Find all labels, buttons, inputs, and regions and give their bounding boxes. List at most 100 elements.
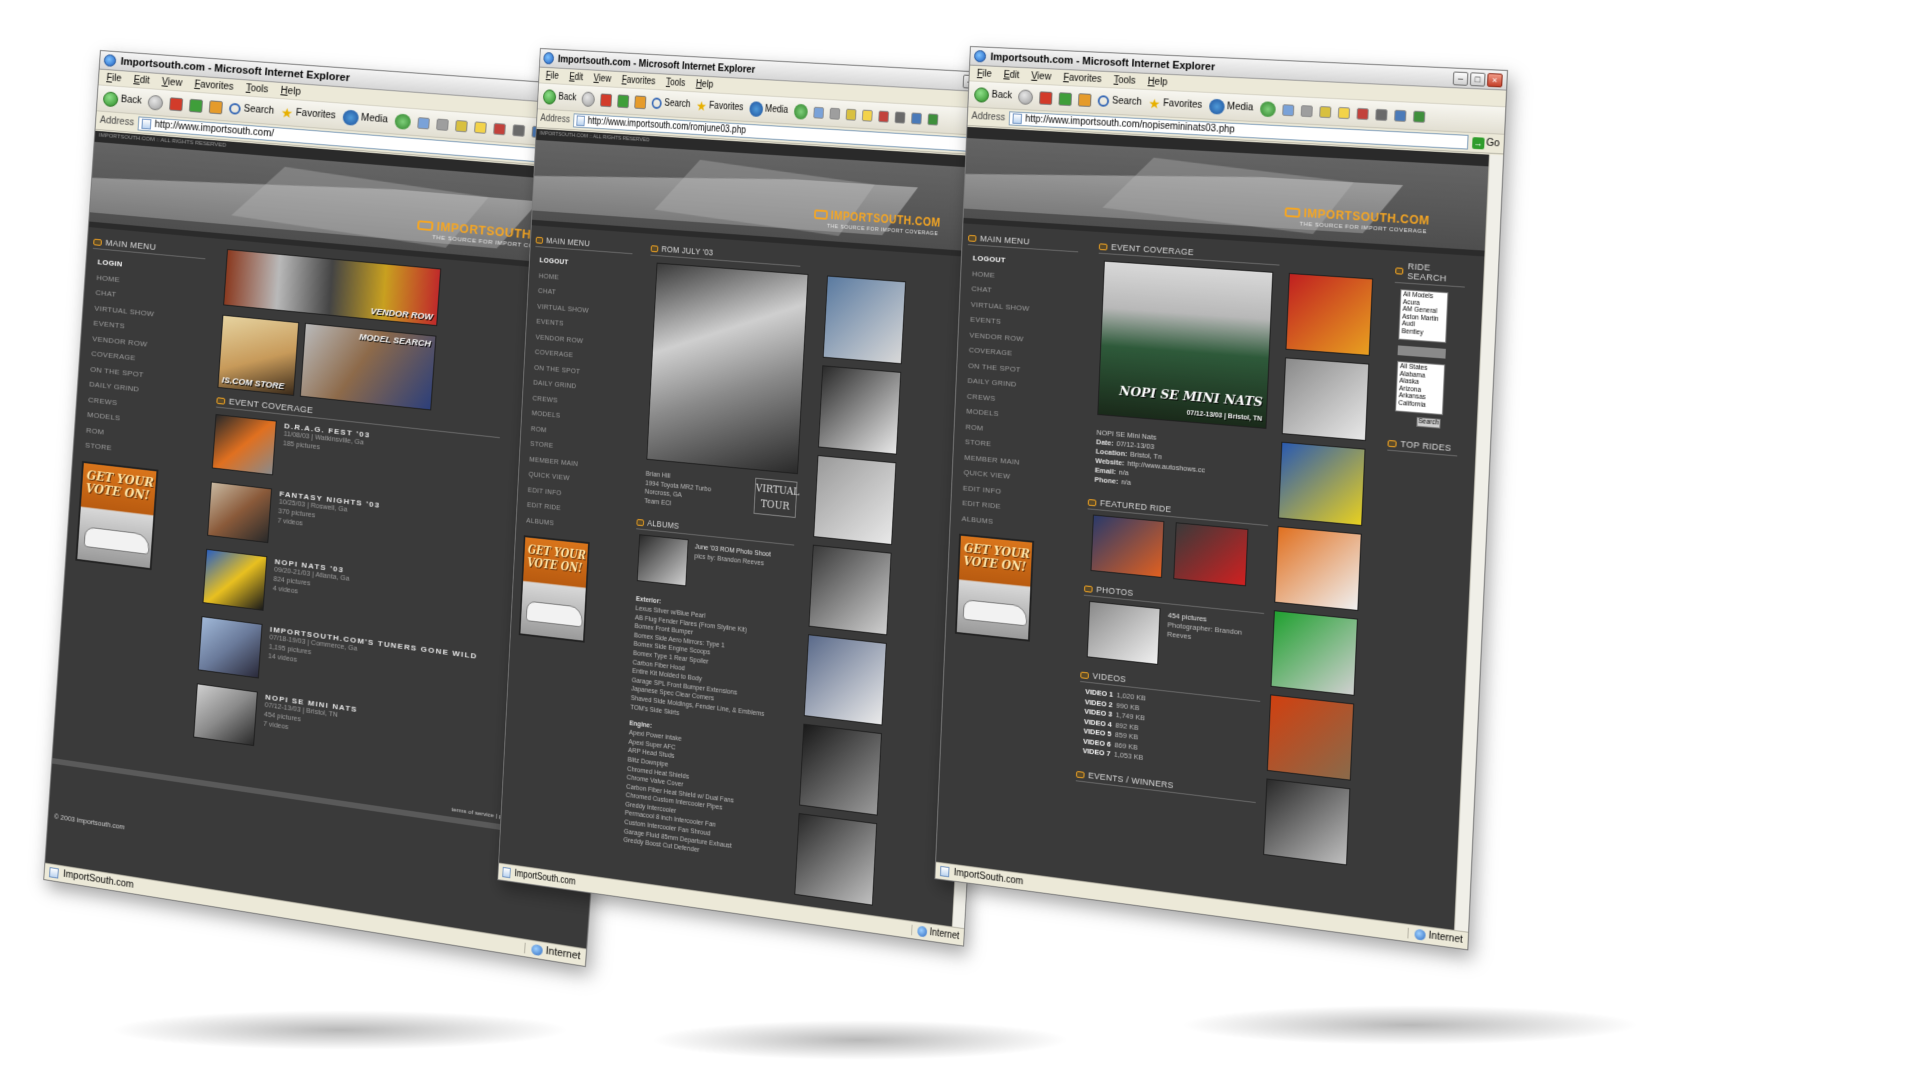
gallery-thumbnail[interactable] — [822, 275, 907, 365]
event-gallery-thumbnail[interactable] — [1285, 272, 1374, 356]
vote-banner[interactable]: GET YOUR VOTE ON! — [954, 533, 1035, 642]
home-icon[interactable] — [208, 99, 224, 114]
menu-tools[interactable]: Tools — [246, 83, 269, 95]
forward-button[interactable] — [1018, 88, 1034, 105]
menu-favorites[interactable]: Favorites — [621, 74, 655, 86]
vote-banner[interactable]: GET YOUR VOTE ON! — [518, 535, 590, 643]
menu-view[interactable]: View — [593, 73, 611, 84]
ride-model-option[interactable]: Bentley — [1401, 328, 1443, 338]
store-banner[interactable]: IS.COM STORE — [217, 314, 300, 396]
menu-help[interactable]: Help — [696, 79, 714, 90]
featured-ride-thumbnail[interactable] — [1090, 514, 1165, 578]
event-thumbnail[interactable] — [193, 683, 258, 747]
minimize-button[interactable]: – — [1452, 70, 1469, 86]
ride-search-field[interactable] — [1397, 345, 1446, 359]
edit-icon[interactable] — [845, 108, 857, 121]
research-icon[interactable] — [512, 123, 526, 137]
tools-icon[interactable] — [927, 112, 939, 126]
event-gallery-thumbnail[interactable] — [1263, 778, 1351, 866]
menu-edit[interactable]: Edit — [1003, 69, 1019, 80]
menu-help[interactable]: Help — [280, 85, 301, 97]
history-icon[interactable] — [394, 112, 412, 130]
menu-tools[interactable]: Tools — [1113, 75, 1135, 86]
mail-icon[interactable] — [813, 106, 824, 119]
favorites-button[interactable]: ★ Favorites — [1148, 95, 1202, 112]
messenger-icon[interactable] — [492, 122, 506, 135]
event-item[interactable]: IMPORTSOUTH.COM'S TUNERS GONE WILD 07/18-… — [268, 625, 497, 692]
event-item[interactable]: FANTASY NIGHTS '03 10/25/03 | Roswell, Ga… — [277, 489, 506, 553]
album-item[interactable]: June '03 ROM Photo Shoot pics by: Brandon… — [694, 542, 795, 571]
menu-tools[interactable]: Tools — [666, 77, 686, 88]
print-icon[interactable] — [1300, 104, 1313, 117]
album-thumbnail[interactable] — [636, 534, 689, 587]
edit-icon[interactable] — [454, 119, 468, 132]
menu-edit[interactable]: Edit — [133, 74, 150, 85]
home-icon[interactable] — [634, 94, 647, 109]
ride-model-list[interactable]: All Models Acura AM General Aston Martin Aud… — [1398, 289, 1449, 344]
discuss-icon[interactable] — [910, 111, 922, 125]
research-icon[interactable] — [894, 110, 906, 124]
menu-help[interactable]: Help — [1148, 76, 1168, 87]
go-button[interactable]: →Go — [1471, 136, 1500, 150]
favorites-button[interactable]: ★ Favorites — [280, 104, 336, 122]
event-gallery-thumbnail[interactable] — [1270, 610, 1358, 696]
menu-favorites[interactable]: Favorites — [194, 79, 234, 92]
ride-search-button[interactable]: Search — [1416, 416, 1441, 429]
folder-icon[interactable] — [1337, 106, 1350, 119]
menu-favorites[interactable]: Favorites — [1063, 72, 1102, 84]
refresh-icon[interactable] — [189, 98, 204, 113]
gallery-thumbnail[interactable] — [808, 544, 892, 636]
event-item[interactable]: NOPI SE MINI NATS 07/12-13/03 | Bristol, … — [263, 693, 492, 762]
event-item[interactable]: NOPI NATS '03 09/20-21/03 | Atlanta, Ga 82… — [272, 557, 501, 622]
event-thumbnail[interactable] — [202, 548, 268, 611]
history-icon[interactable] — [1259, 100, 1276, 117]
event-hero-photo[interactable]: NOPI SE MINI NATS 07/12-13/03 | Bristol, … — [1097, 260, 1274, 429]
menu-file[interactable]: File — [977, 68, 992, 79]
gallery-thumbnail[interactable] — [813, 455, 897, 546]
virtual-tour-button[interactable]: VIRTUAL TOUR — [753, 477, 800, 518]
photos-thumbnail[interactable] — [1086, 600, 1161, 665]
research-icon[interactable] — [1375, 108, 1388, 121]
event-thumbnail[interactable] — [207, 481, 273, 544]
gallery-thumbnail[interactable] — [794, 813, 878, 906]
event-thumbnail[interactable] — [211, 414, 277, 476]
search-button[interactable]: Search — [651, 96, 691, 111]
vendor-row-banner[interactable]: VENDOR ROW — [223, 249, 442, 327]
event-gallery-thumbnail[interactable] — [1274, 525, 1362, 611]
mail-icon[interactable] — [417, 116, 430, 129]
media-button[interactable]: Media — [748, 100, 789, 118]
event-thumbnail[interactable] — [197, 616, 263, 679]
featured-car-photo[interactable] — [646, 262, 809, 475]
vote-banner[interactable]: GET YOUR VOTE ON! — [75, 460, 159, 570]
discuss-icon[interactable] — [1393, 109, 1407, 122]
stop-icon[interactable] — [169, 96, 184, 111]
gallery-thumbnail[interactable] — [818, 365, 902, 455]
back-button[interactable]: Back — [974, 86, 1012, 104]
menu-file[interactable]: File — [106, 72, 122, 83]
folder-icon[interactable] — [473, 120, 487, 134]
gallery-thumbnail[interactable] — [799, 723, 882, 816]
folder-icon[interactable] — [861, 109, 873, 122]
forward-button[interactable] — [147, 94, 164, 111]
stop-icon[interactable] — [600, 92, 613, 107]
tools-icon[interactable] — [1412, 110, 1426, 123]
maximize-button[interactable]: □ — [1469, 71, 1486, 87]
messenger-icon[interactable] — [878, 110, 890, 123]
gallery-thumbnail[interactable] — [803, 634, 887, 726]
media-button[interactable]: Media — [1208, 98, 1254, 115]
state-list[interactable]: All States Alabama Alaska Arizona Arkansas Ca… — [1395, 360, 1446, 416]
event-gallery-thumbnail[interactable] — [1281, 357, 1370, 442]
favorites-button[interactable]: ★ Favorites — [696, 98, 744, 115]
forward-button[interactable] — [581, 90, 596, 107]
menu-view[interactable]: View — [1031, 71, 1051, 82]
history-icon[interactable] — [793, 103, 808, 120]
print-icon[interactable] — [829, 107, 841, 120]
event-gallery-thumbnail[interactable] — [1278, 441, 1366, 527]
stop-icon[interactable] — [1039, 90, 1053, 105]
edit-icon[interactable] — [1319, 105, 1332, 118]
refresh-icon[interactable] — [1058, 91, 1073, 106]
search-button[interactable]: Search — [229, 102, 274, 117]
menu-edit[interactable]: Edit — [569, 72, 583, 83]
mail-icon[interactable] — [1282, 103, 1295, 116]
close-button[interactable]: × — [1486, 72, 1503, 87]
